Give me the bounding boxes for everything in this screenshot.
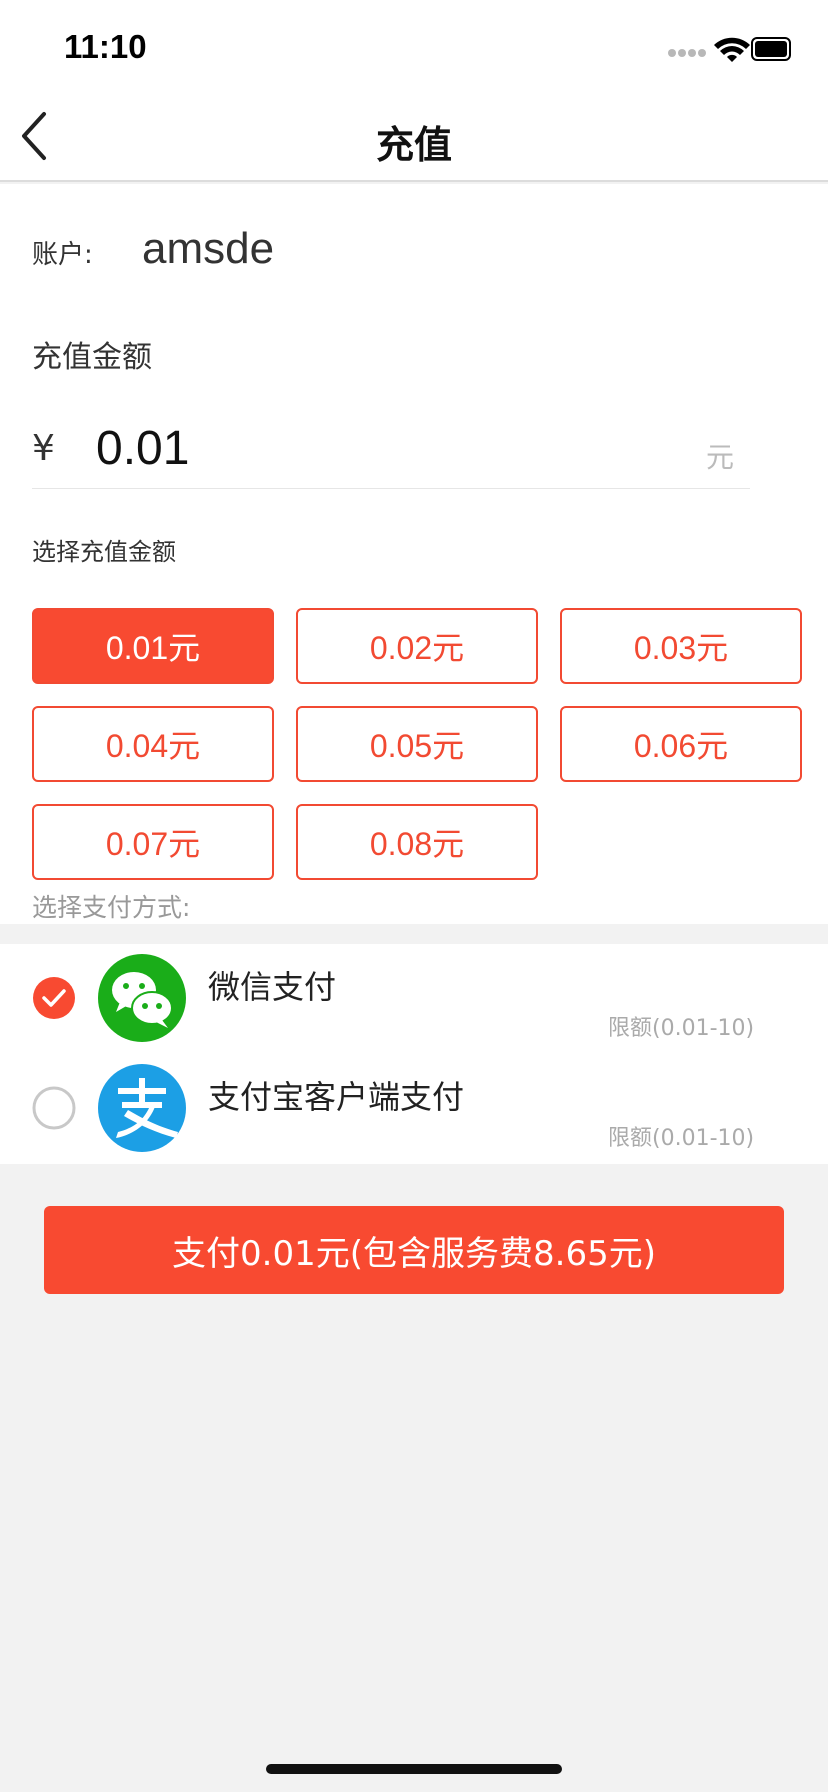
payment-option-wechat[interactable]: 微信支付 限额(0.01-10) xyxy=(0,944,828,1044)
nav-bar: 充值 xyxy=(0,90,828,182)
account-label: 账户: xyxy=(32,240,93,270)
payment-option-alipay[interactable]: 支付宝客户端支付 限额(0.01-10) xyxy=(0,1054,828,1154)
currency-symbol: ¥ xyxy=(32,428,55,469)
amount-option[interactable]: 0.08元 xyxy=(296,804,538,880)
choose-amount-label: 选择充值金额 xyxy=(32,538,176,566)
account-value: amsde xyxy=(142,224,275,273)
amount-input[interactable] xyxy=(96,416,616,480)
amount-option[interactable]: 0.05元 xyxy=(296,706,538,782)
signal-icon xyxy=(668,49,706,57)
radio-unchecked-icon[interactable] xyxy=(32,1086,76,1130)
wifi-icon xyxy=(714,37,750,62)
page-title: 充值 xyxy=(375,123,452,167)
alipay-icon xyxy=(98,1064,186,1152)
status-bar: 11:10 xyxy=(0,0,828,90)
home-indicator[interactable] xyxy=(266,1764,562,1774)
pay-button[interactable]: 支付0.01元(包含服务费8.65元) xyxy=(44,1206,784,1294)
recharge-form: 账户: amsde 充值金额 ¥ 元 选择充值金额 0.01元 0.02元 0.… xyxy=(0,184,828,924)
amount-option[interactable]: 0.04元 xyxy=(32,706,274,782)
amount-option[interactable]: 0.07元 xyxy=(32,804,274,880)
amount-options: 0.01元 0.02元 0.03元 0.04元 0.05元 0.06元 0.07… xyxy=(32,608,802,880)
amount-unit: 元 xyxy=(706,441,735,474)
divider xyxy=(32,488,750,489)
amount-option[interactable]: 0.03元 xyxy=(560,608,802,684)
amount-option[interactable]: 0.06元 xyxy=(560,706,802,782)
battery-icon xyxy=(751,37,791,61)
amount-option[interactable]: 0.01元 xyxy=(32,608,274,684)
status-icons xyxy=(652,36,792,64)
choose-payment-label: 选择支付方式: xyxy=(32,893,191,922)
status-time: 11:10 xyxy=(64,28,147,65)
payment-limit: 限额(0.01-10) xyxy=(608,1016,755,1041)
payment-limit: 限额(0.01-10) xyxy=(608,1126,755,1151)
radio-checked-icon[interactable] xyxy=(32,976,76,1020)
payment-name: 微信支付 xyxy=(208,968,337,1006)
payment-methods: 微信支付 限额(0.01-10) 支付宝客户端支付 限额(0.01-10) xyxy=(0,944,828,1164)
amount-option[interactable]: 0.02元 xyxy=(296,608,538,684)
wechat-pay-icon xyxy=(98,954,186,1042)
payment-name: 支付宝客户端支付 xyxy=(208,1078,465,1116)
amount-title: 充值金额 xyxy=(32,340,152,375)
